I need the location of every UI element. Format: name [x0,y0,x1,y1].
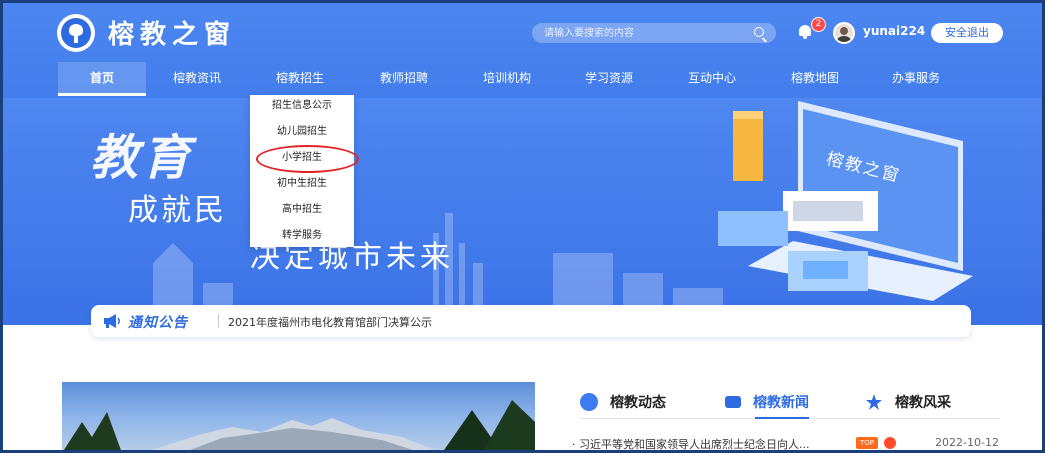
nav-item-enrollment[interactable]: 榕教招生 [248,62,352,94]
nav-item-teacher-recruit[interactable]: 教师招聘 [352,62,456,94]
tab-edu-style[interactable]: 榕教风采 [865,388,951,416]
notice-label: 通知公告 [128,315,188,331]
search-box[interactable] [532,23,776,43]
search-icon[interactable] [754,27,764,37]
nav-item-resources[interactable]: 学习资源 [558,62,660,94]
site-title: 榕教之窗 [108,20,237,50]
dropdown-item-kindergarten[interactable]: 幼儿园招生 [250,121,354,147]
notice-bar: 通知公告 2021年度福州市电化教育馆部门决算公示 [91,305,971,337]
tree-logo-icon [61,18,91,48]
news-icon [725,396,741,408]
laptop-books-illustration [718,101,973,301]
search-input[interactable] [532,26,746,40]
tab-edu-dynamics[interactable]: 榕教动态 [580,388,666,416]
new-icon [580,393,598,411]
news-list-item[interactable]: · 习近平等党和国家领导人出席烈士纪念日向人... TOP 2022-10-12 [572,436,1002,452]
news-title[interactable]: · 习近平等党和国家领导人出席烈士纪念日向人... [572,436,809,452]
dropdown-item-senior-high[interactable]: 高中招生 [250,199,354,225]
news-tabs: 榕教动态 榕教新闻 榕教风采 [580,388,1000,419]
news-date: 2022-10-12 [935,436,999,449]
bell-icon[interactable] [798,24,812,40]
nav-item-services[interactable]: 办事服务 [866,62,966,94]
mountain-landscape-image [62,400,535,453]
top-badge: TOP [856,437,879,449]
tab-edu-news[interactable]: 榕教新闻 [725,388,809,419]
nav-item-map[interactable]: 榕教地图 [764,62,866,94]
megaphone-icon [104,314,120,328]
nav-item-training[interactable]: 培训机构 [456,62,558,94]
nav-item-news[interactable]: 榕教资讯 [146,62,248,94]
logout-button[interactable]: 安全退出 [931,23,1003,43]
star-icon [865,393,883,411]
red-circle-annotation [256,145,359,173]
tab-label: 榕教新闻 [753,395,809,411]
dropdown-item-junior-high[interactable]: 初中生招生 [250,173,354,199]
username[interactable]: yunai224 [863,24,925,38]
avatar[interactable] [833,22,855,44]
main-nav: 首页 榕教资讯 榕教招生 教师招聘 培训机构 学习资源 互动中心 榕教地图 办事… [58,62,966,96]
tab-label: 榕教动态 [610,395,666,411]
hot-icon [884,437,896,449]
nav-item-home[interactable]: 首页 [58,62,146,96]
featured-photo[interactable] [62,382,535,453]
notification-badge: 2 [811,17,826,32]
site-logo[interactable] [57,14,95,52]
dropdown-item-enrollment-info[interactable]: 招生信息公示 [250,95,354,121]
hero-title: 教育 [90,130,195,186]
nav-item-interaction[interactable]: 互动中心 [660,62,764,94]
tab-label: 榕教风采 [895,395,951,411]
dropdown-item-transfer[interactable]: 转学服务 [250,225,354,251]
notice-text[interactable]: 2021年度福州市电化教育馆部门决算公示 [228,314,432,330]
notice-divider [218,314,219,328]
